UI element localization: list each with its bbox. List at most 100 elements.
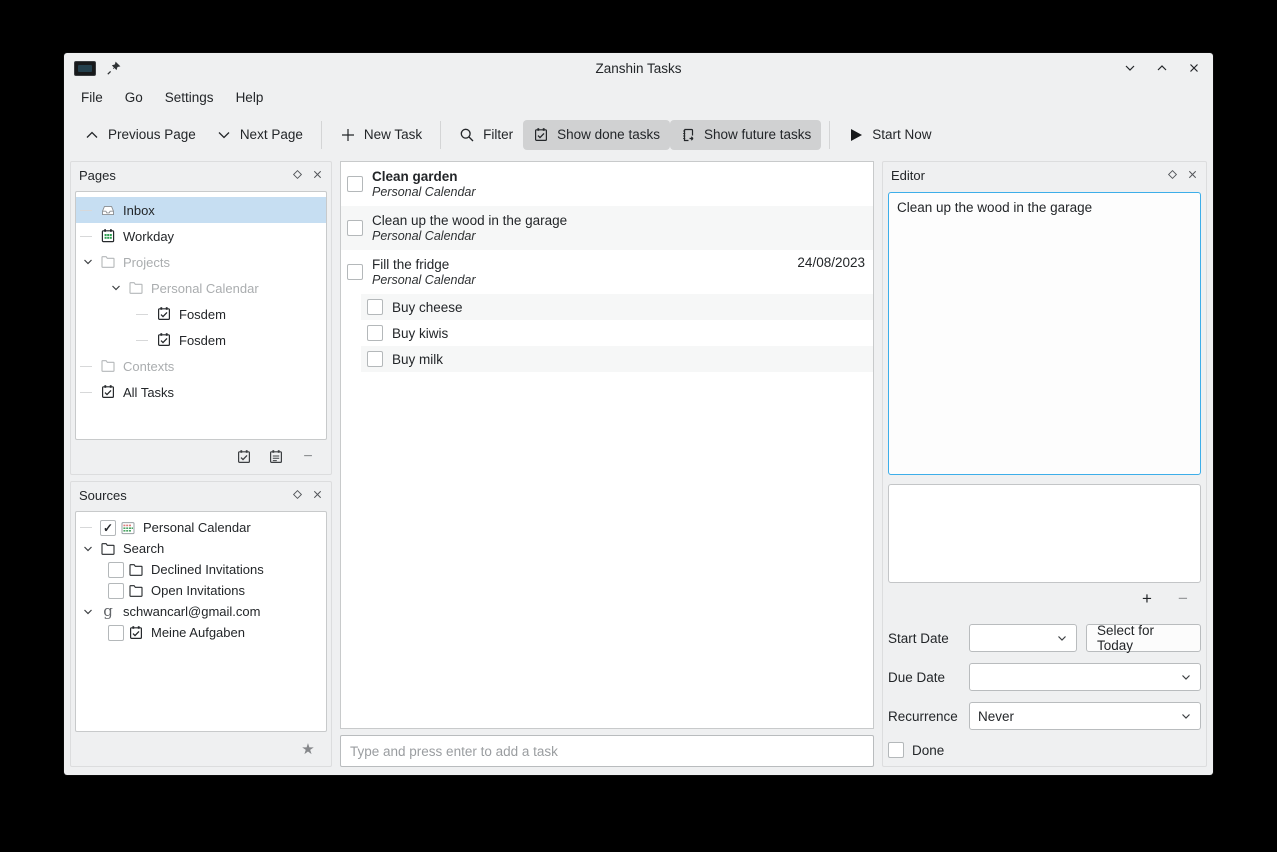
- window-title: Zanshin Tasks: [64, 61, 1213, 76]
- source-checkbox[interactable]: [108, 562, 124, 578]
- done-row: Done: [888, 742, 1201, 758]
- task-checkbox[interactable]: [347, 220, 363, 236]
- show-future-tasks-button[interactable]: Show future tasks: [670, 120, 821, 150]
- sources-tree: ✓ Personal Calendar Search Declined Invi…: [75, 511, 327, 732]
- source-personal-calendar[interactable]: ✓ Personal Calendar: [76, 517, 326, 538]
- chevron-up-icon: [84, 127, 100, 143]
- chevron-down-icon: [1180, 671, 1192, 683]
- source-checkbox[interactable]: ✓: [100, 520, 116, 536]
- editor-panel-title: Editor: [891, 168, 925, 183]
- select-for-today-button[interactable]: Select for Today: [1086, 624, 1201, 652]
- expander-icon[interactable]: [80, 607, 96, 617]
- subtask-row[interactable]: Buy kiwis: [361, 320, 873, 346]
- editor-body: Clean up the wood in the garage + − Star…: [883, 189, 1206, 766]
- previous-page-label: Previous Page: [108, 127, 196, 142]
- add-attachment-button[interactable]: +: [1139, 590, 1155, 607]
- minimize-button[interactable]: [1121, 59, 1139, 77]
- expander-icon[interactable]: [80, 544, 96, 554]
- start-date-combobox[interactable]: [969, 624, 1077, 652]
- task-icon: [100, 384, 116, 400]
- toolbar-separator: [321, 121, 322, 149]
- source-label: Declined Invitations: [148, 562, 264, 577]
- add-project-button[interactable]: [235, 448, 253, 466]
- float-panel-icon[interactable]: [1167, 168, 1178, 183]
- task-checkbox[interactable]: [347, 176, 363, 192]
- source-declined-invitations[interactable]: Declined Invitations: [76, 559, 326, 580]
- menu-go[interactable]: Go: [114, 86, 154, 109]
- expander-icon[interactable]: [80, 257, 96, 267]
- task-icon: [156, 332, 172, 348]
- start-date-label: Start Date: [888, 631, 969, 646]
- pages-item-inbox[interactable]: Inbox: [76, 197, 326, 223]
- task-title: Buy milk: [392, 352, 443, 367]
- filter-button[interactable]: Filter: [449, 120, 523, 150]
- previous-page-button[interactable]: Previous Page: [74, 120, 206, 150]
- expander-icon[interactable]: [108, 283, 124, 293]
- left-column: Pages Inbox Workday: [70, 161, 332, 767]
- subtask-row[interactable]: Buy milk: [361, 346, 873, 372]
- pages-tree: Inbox Workday Projects: [75, 191, 327, 440]
- menu-help[interactable]: Help: [225, 86, 275, 109]
- editor-panel-header: Editor: [883, 162, 1206, 189]
- source-checkbox[interactable]: [108, 583, 124, 599]
- due-date-label: Due Date: [888, 670, 969, 685]
- task-checkbox[interactable]: [347, 264, 363, 280]
- next-page-label: Next Page: [240, 127, 303, 142]
- source-gmail-account[interactable]: g schwancarl@gmail.com: [76, 601, 326, 622]
- new-task-button[interactable]: New Task: [330, 120, 432, 150]
- task-row[interactable]: Clean up the wood in the garage Personal…: [341, 206, 873, 250]
- pages-item-contexts[interactable]: Contexts: [76, 353, 326, 379]
- show-done-tasks-button[interactable]: Show done tasks: [523, 120, 670, 150]
- source-search[interactable]: Search: [76, 538, 326, 559]
- task-checkbox[interactable]: [367, 325, 383, 341]
- close-panel-icon[interactable]: [1187, 168, 1198, 183]
- remove-attachment-button[interactable]: −: [1175, 590, 1191, 607]
- source-meine-aufgaben[interactable]: Meine Aufgaben: [76, 622, 326, 643]
- source-checkbox[interactable]: [108, 625, 124, 641]
- next-page-button[interactable]: Next Page: [206, 120, 313, 150]
- default-source-star-icon[interactable]: ★: [299, 740, 317, 758]
- menu-settings[interactable]: Settings: [154, 86, 225, 109]
- float-panel-icon[interactable]: [292, 168, 303, 183]
- pages-item-fosdem-1[interactable]: Fosdem: [76, 301, 326, 327]
- sources-panel-title: Sources: [79, 488, 127, 503]
- task-source: Personal Calendar: [372, 229, 865, 243]
- pages-item-workday[interactable]: Workday: [76, 223, 326, 249]
- pages-panel-buttons: −: [71, 440, 331, 474]
- task-row[interactable]: Clean garden Personal Calendar: [341, 162, 873, 206]
- close-panel-icon[interactable]: [312, 168, 323, 183]
- start-now-button[interactable]: Start Now: [838, 120, 941, 150]
- close-button[interactable]: [1185, 59, 1203, 77]
- task-title: Buy kiwis: [392, 326, 448, 341]
- task-text-editor[interactable]: Clean up the wood in the garage: [888, 192, 1201, 475]
- calendar-color-icon: [120, 520, 136, 536]
- remove-page-button[interactable]: −: [299, 448, 317, 466]
- titlebar: Zanshin Tasks: [64, 53, 1213, 83]
- attachments-list[interactable]: [888, 484, 1201, 583]
- task-checkbox[interactable]: [367, 299, 383, 315]
- recurrence-combobox[interactable]: Never: [969, 702, 1201, 730]
- add-task-input[interactable]: [340, 735, 874, 767]
- done-checkbox[interactable]: [888, 742, 904, 758]
- subtask-row[interactable]: Buy cheese: [361, 294, 873, 320]
- due-date-combobox[interactable]: [969, 663, 1201, 691]
- pages-item-label: All Tasks: [120, 385, 174, 400]
- pages-item-projects[interactable]: Projects: [76, 249, 326, 275]
- task-row[interactable]: Fill the fridge Personal Calendar 24/08/…: [341, 250, 873, 294]
- pages-panel: Pages Inbox Workday: [70, 161, 332, 475]
- close-panel-icon[interactable]: [312, 488, 323, 503]
- pages-item-fosdem-2[interactable]: Fosdem: [76, 327, 326, 353]
- maximize-button[interactable]: [1153, 59, 1171, 77]
- attachment-buttons: + −: [888, 583, 1201, 613]
- source-open-invitations[interactable]: Open Invitations: [76, 580, 326, 601]
- sources-panel-header: Sources: [71, 482, 331, 509]
- pages-item-personal-calendar[interactable]: Personal Calendar: [76, 275, 326, 301]
- task-checkbox[interactable]: [367, 351, 383, 367]
- recurrence-value: Never: [978, 709, 1014, 724]
- add-context-button[interactable]: [267, 448, 285, 466]
- source-label: schwancarl@gmail.com: [120, 604, 260, 619]
- task-title: Clean up the wood in the garage: [372, 213, 865, 228]
- pages-item-all-tasks[interactable]: All Tasks: [76, 379, 326, 405]
- menu-file[interactable]: File: [70, 86, 114, 109]
- float-panel-icon[interactable]: [292, 488, 303, 503]
